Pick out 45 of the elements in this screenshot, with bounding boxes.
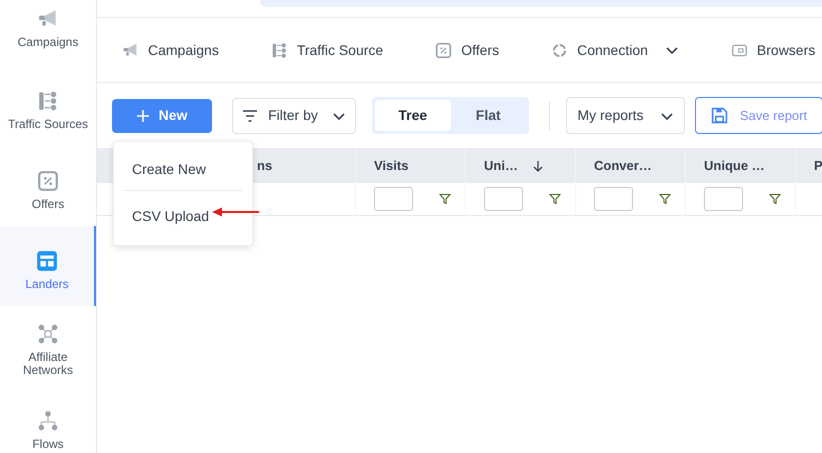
tab[interactable]: Offers: [435, 40, 500, 60]
sort-arrow-icon[interactable]: [532, 160, 544, 172]
new-button[interactable]: New: [112, 98, 212, 132]
filter-input[interactable]: [484, 187, 523, 211]
sidebar-item[interactable]: Affiliate Networks: [0, 306, 96, 386]
sidebar-item[interactable]: Campaigns: [0, 0, 96, 66]
ring-icon: [551, 42, 568, 58]
percent-icon: [435, 42, 452, 58]
menu-item[interactable]: CSV Upload: [124, 191, 242, 240]
menu-item[interactable]: Create New: [124, 142, 242, 191]
flow-icon: [37, 410, 59, 432]
save-icon: [710, 107, 728, 124]
megaphone-icon: [122, 42, 139, 58]
sidebar-item[interactable]: Flows: [0, 386, 96, 453]
column-header[interactable]: Conver…: [576, 148, 685, 183]
tab[interactable]: Campaigns: [122, 40, 219, 60]
view-option[interactable]: Tree: [375, 100, 450, 131]
tab[interactable]: Connection: [551, 40, 679, 60]
list-icon: [270, 42, 288, 58]
column-header[interactable]: Unique …: [686, 148, 795, 183]
sidebar-item[interactable]: Landers: [0, 226, 96, 306]
filter-icon[interactable]: [549, 193, 561, 205]
tab[interactable]: Browsers: [730, 40, 816, 60]
reports-dropdown[interactable]: My reports: [566, 97, 685, 134]
filter-lines-icon: [242, 110, 258, 122]
filter-dropdown[interactable]: Filter by: [232, 98, 356, 134]
tab[interactable]: Traffic Source: [270, 40, 384, 60]
filter-input[interactable]: [704, 187, 743, 211]
list-icon: [37, 90, 59, 112]
sidebar-item[interactable]: Traffic Sources: [0, 66, 96, 146]
filter-icon[interactable]: [769, 193, 781, 205]
column-header[interactable]: Uni…: [466, 148, 575, 183]
filter-input[interactable]: [594, 187, 633, 211]
network-icon: [37, 323, 59, 345]
filter-input[interactable]: [374, 187, 413, 211]
sidebar-item[interactable]: Offers: [0, 146, 96, 226]
column-header[interactable]: Visits: [356, 148, 465, 183]
column-header[interactable]: P: [796, 148, 822, 183]
layout-icon: [36, 250, 58, 272]
percent-icon: [37, 170, 59, 192]
arrow: [212, 207, 259, 217]
view-option[interactable]: Flat: [450, 100, 526, 131]
filter-icon[interactable]: [439, 193, 451, 205]
filter-icon[interactable]: [659, 193, 671, 205]
plus-icon: [136, 110, 149, 122]
